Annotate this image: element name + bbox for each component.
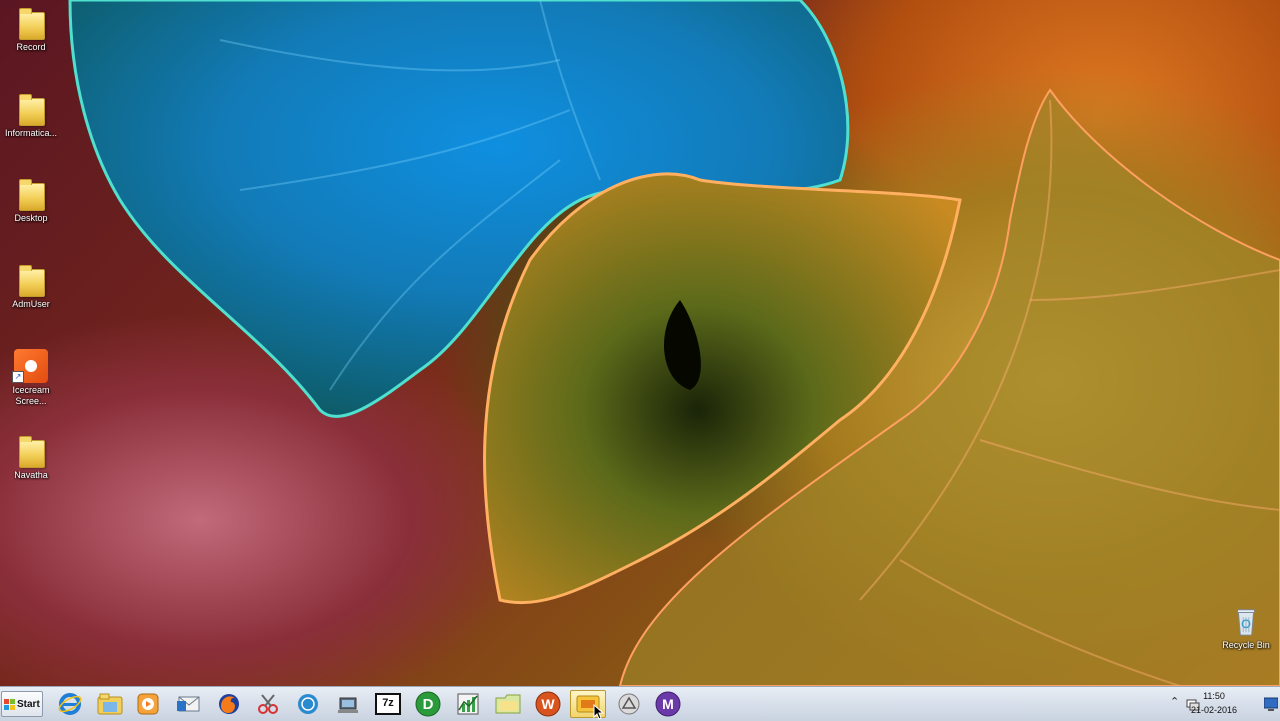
desktop-wallpaper [0, 0, 1280, 686]
desktop-icon-recycle-bin[interactable]: Recycle Bin [1215, 604, 1277, 651]
d-app-label: D [422, 696, 434, 713]
firefox-icon[interactable] [211, 690, 247, 718]
desktop-icon-label: Recycle Bin [1222, 640, 1270, 650]
d-app-icon[interactable]: D [410, 690, 446, 718]
folder-icon [16, 263, 46, 297]
explorer-folder-icon[interactable] [490, 690, 526, 718]
desktop-icon-label: Navatha [14, 470, 48, 480]
desktop-icon-navatha[interactable]: Navatha [0, 434, 62, 481]
clock-date[interactable]: 21-02-2016 [1184, 705, 1244, 715]
desktop-icon-admuser[interactable]: AdmUser [0, 263, 62, 310]
windows-logo-icon [4, 698, 15, 710]
m-app-icon[interactable]: M [650, 690, 686, 718]
folder-icon [16, 6, 46, 40]
desktop-icon-record[interactable]: Record [0, 6, 62, 53]
wallpaper-leaf-art [68, 0, 1280, 686]
taskbar: Start 7z D W M ⌃ 11:50 21-02-2016 [0, 686, 1280, 721]
snipping-tool-icon[interactable] [250, 690, 286, 718]
show-hidden-icons-icon[interactable]: ⌃ [1170, 695, 1179, 708]
start-button[interactable]: Start [1, 691, 43, 717]
recycle-bin-icon [1231, 604, 1261, 638]
shortcut-arrow-icon: ↗ [12, 371, 24, 383]
show-desktop-icon[interactable] [1264, 696, 1278, 712]
computer-admin-icon[interactable] [330, 690, 366, 718]
m-app-label: M [662, 696, 674, 712]
outlook-icon[interactable] [171, 690, 207, 718]
desktop-icon-label: Record [16, 42, 46, 52]
icecream-screen-recorder-icon: ↗ [12, 349, 48, 383]
desktop-icon-icecream[interactable]: ↗ Icecream Scree... [0, 349, 62, 407]
w-app-label: W [541, 696, 555, 712]
desktop-icon-label: AdmUser [12, 299, 50, 309]
windows-explorer-icon[interactable] [92, 690, 128, 718]
7zip-icon[interactable]: 7z [370, 690, 406, 718]
desktop-icon-label: Informatica... [4, 128, 58, 138]
task-manager-icon[interactable] [450, 690, 486, 718]
7zip-label: 7z [382, 697, 394, 709]
media-player-icon[interactable] [130, 690, 166, 718]
internet-explorer-icon[interactable] [52, 690, 88, 718]
start-label: Start [17, 698, 40, 710]
clock-time[interactable]: 11:50 [1184, 691, 1244, 701]
folder-icon [16, 92, 46, 126]
w-app-icon[interactable]: W [530, 690, 566, 718]
notification-area: ⌃ 11:50 21-02-2016 [1168, 687, 1280, 721]
folder-icon [16, 434, 46, 468]
desktop-icon-label: Desktop [14, 213, 48, 223]
desktop-icon-label: Icecream Scree... [12, 385, 50, 406]
desktop-icon-desktop[interactable]: Desktop [0, 177, 62, 224]
jabber-icon[interactable] [290, 690, 326, 718]
network-map-icon[interactable] [611, 690, 647, 718]
mouse-cursor-icon [593, 704, 605, 720]
desktop-icon-informatica[interactable]: Informatica... [0, 92, 62, 139]
folder-icon [16, 177, 46, 211]
